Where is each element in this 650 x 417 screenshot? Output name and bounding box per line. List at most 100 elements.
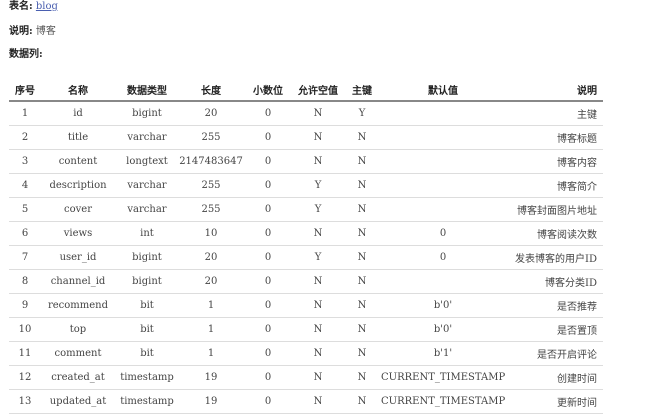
cell-comment: 是否开启评论 (505, 341, 603, 366)
cell-name: user_id (41, 245, 115, 270)
cell-nullable: N (293, 125, 343, 150)
cell-default: CURRENT_TIMESTAMP (381, 389, 505, 414)
cell-name: comment (41, 341, 115, 366)
cell-default: b'0' (381, 317, 505, 342)
header-scale: 小数位 (243, 78, 293, 102)
cell-type: bigint (115, 101, 179, 126)
cell-scale: 0 (243, 173, 293, 198)
cell-default (381, 149, 505, 174)
cell-primary-key: N (343, 149, 381, 174)
header-type: 数据类型 (115, 78, 179, 102)
header-name: 名称 (41, 78, 115, 102)
cell-primary-key: N (343, 341, 381, 366)
table-description-label: 说明: (9, 26, 33, 37)
cell-comment: 博客内容 (505, 149, 603, 174)
cell-nullable: N (293, 365, 343, 390)
cell-seq: 8 (9, 269, 41, 294)
cell-primary-key: N (343, 389, 381, 414)
cell-comment: 博客简介 (505, 173, 603, 198)
cell-seq: 2 (9, 125, 41, 150)
cell-default: CURRENT_TIMESTAMP (381, 365, 505, 390)
cell-primary-key: N (343, 269, 381, 294)
cell-comment: 发表博客的用户ID (505, 245, 603, 270)
table-row: 9 recommend bit 1 0 N Nb'0' 是否推荐 (9, 293, 603, 318)
table-row: 4 description varchar 255 0 Y N 博客简介 (9, 173, 603, 198)
cell-type: bit (115, 293, 179, 318)
cell-scale: 0 (243, 341, 293, 366)
header-nullable: 允许空值 (293, 78, 343, 102)
cell-length: 20 (179, 101, 243, 126)
cell-primary-key: N (343, 173, 381, 198)
table-row: 2 title varchar 255 0 N N 博客标题 (9, 125, 603, 150)
cell-comment: 是否推荐 (505, 293, 603, 318)
cell-type: bigint (115, 245, 179, 270)
cell-comment: 博客阅读次数 (505, 221, 603, 246)
cell-length: 20 (179, 245, 243, 270)
cell-name: cover (41, 197, 115, 222)
cell-default (381, 173, 505, 198)
cell-primary-key: N (343, 245, 381, 270)
cell-default: b'0' (381, 293, 505, 318)
columns-heading-line: 数据列: (9, 48, 43, 62)
table-description-line: 说明: 博客 (9, 25, 56, 39)
cell-length: 1 (179, 317, 243, 342)
cell-length: 20 (179, 269, 243, 294)
cell-nullable: N (293, 317, 343, 342)
cell-scale: 0 (243, 125, 293, 150)
cell-scale: 0 (243, 197, 293, 222)
cell-primary-key: Y (343, 101, 381, 126)
table-row: 13 updated_at timestamp 19 0 N N CURRENT_TIMEST… (9, 389, 603, 414)
header-primary-key: 主键 (343, 78, 381, 102)
cell-name: updated_at (41, 389, 115, 414)
header-default: 默认值 (381, 78, 505, 102)
table-row: 1 id bigint 20 0 N Y 主键 (9, 101, 603, 126)
cell-scale: 0 (243, 317, 293, 342)
cell-nullable: N (293, 101, 343, 126)
cell-type: varchar (115, 197, 179, 222)
cell-scale: 0 (243, 293, 293, 318)
header-row: 序号 名称 数据类型 长度 小数位 允许空值 主键 默认值 说明 (9, 78, 603, 102)
cell-name: id (41, 101, 115, 126)
cell-type: longtext (115, 149, 179, 174)
cell-seq: 12 (9, 365, 41, 390)
cell-seq: 13 (9, 389, 41, 414)
header-comment: 说明 (505, 78, 603, 102)
cell-length: 2147483647 (179, 149, 243, 174)
cell-default (381, 269, 505, 294)
cell-length: 19 (179, 365, 243, 390)
cell-seq: 6 (9, 221, 41, 246)
cell-primary-key: N (343, 293, 381, 318)
cell-length: 1 (179, 341, 243, 366)
cell-nullable: N (293, 293, 343, 318)
cell-length: 10 (179, 221, 243, 246)
cell-default: b'1' (381, 341, 505, 366)
cell-nullable: Y (293, 173, 343, 198)
table-row: 5 cover varchar 255 0 Y N 博客封面图片地址 (9, 197, 603, 222)
cell-type: bit (115, 341, 179, 366)
cell-scale: 0 (243, 389, 293, 414)
cell-default: 0 (381, 221, 505, 246)
cell-name: content (41, 149, 115, 174)
cell-seq: 1 (9, 101, 41, 126)
cell-type: timestamp (115, 389, 179, 414)
cell-type: varchar (115, 173, 179, 198)
cell-seq: 11 (9, 341, 41, 366)
table-row: 6 views int 10 0 N N 0 博客阅读次数 (9, 221, 603, 246)
table-name-link[interactable]: blog (36, 1, 58, 12)
cell-comment: 博客标题 (505, 125, 603, 150)
cell-type: int (115, 221, 179, 246)
cell-nullable: Y (293, 197, 343, 222)
cell-seq: 5 (9, 197, 41, 222)
cell-length: 19 (179, 389, 243, 414)
columns-table-body: 1 id bigint 20 0 N Y 主键 2 title varchar 255 0 N N 博客标题 3… (9, 101, 603, 414)
cell-default: 0 (381, 245, 505, 270)
columns-heading-label: 数据列: (9, 49, 43, 60)
table-row: 8 channel_id bigint 20 0 N N 博客分类ID (9, 269, 603, 294)
cell-nullable: N (293, 341, 343, 366)
table-row: 10 top bit 1 0 N Nb'0' 是否置顶 (9, 317, 603, 342)
columns-table: 序号 名称 数据类型 长度 小数位 允许空值 主键 默认值 说明 1 id bigint 20 0 N Y 主… (9, 78, 603, 414)
cell-length: 255 (179, 173, 243, 198)
cell-primary-key: N (343, 221, 381, 246)
cell-primary-key: N (343, 125, 381, 150)
cell-comment: 博客封面图片地址 (505, 197, 603, 222)
